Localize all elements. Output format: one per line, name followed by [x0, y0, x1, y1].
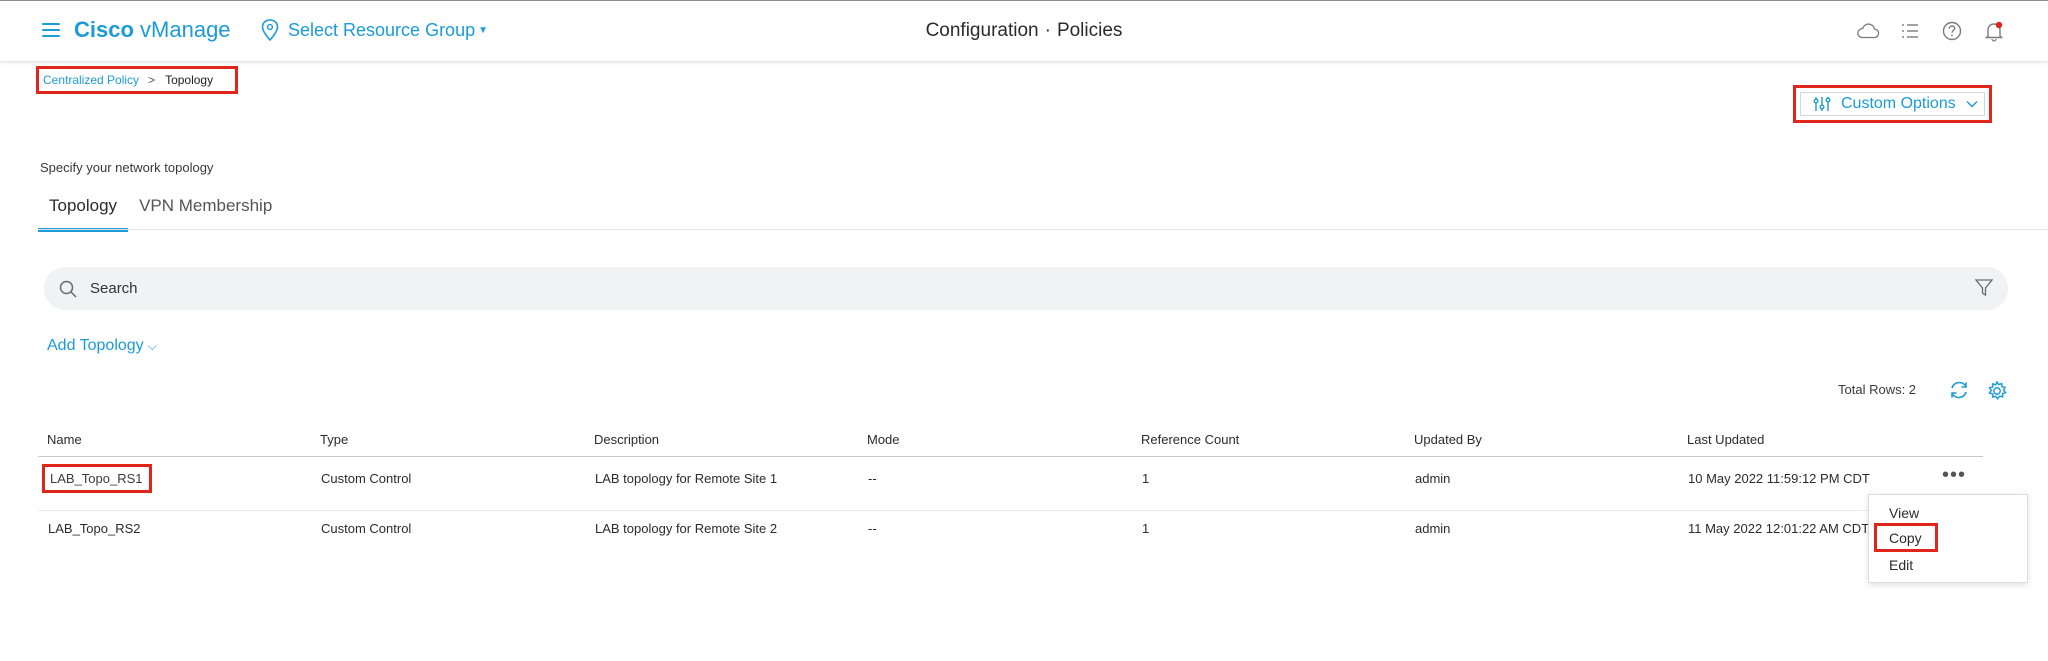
row-divider — [38, 510, 1983, 511]
column-header-mode[interactable]: Mode — [867, 432, 900, 447]
column-header-type[interactable]: Type — [320, 432, 348, 447]
help-icon[interactable] — [1940, 19, 1964, 43]
cell-name: LAB_Topo_RS1 — [50, 471, 143, 486]
column-header-description[interactable]: Description — [594, 432, 659, 447]
more-actions-icon[interactable]: ••• — [1942, 465, 1966, 485]
cloud-icon[interactable] — [1856, 19, 1880, 43]
chevron-down-icon — [1966, 101, 1978, 108]
bell-icon[interactable] — [1982, 19, 2006, 43]
menu-item-view[interactable]: View — [1889, 505, 1919, 521]
column-header-updated-by[interactable]: Updated By — [1414, 432, 1482, 447]
cell-description: LAB topology for Remote Site 1 — [595, 471, 778, 486]
menu-item-copy-highlight[interactable]: Copy — [1874, 523, 1938, 552]
breadcrumb-separator: > — [148, 73, 156, 87]
total-rows-count: Total Rows: 2 — [1838, 382, 1917, 397]
cell-type: Custom Control — [321, 471, 412, 486]
chevron-down-icon: ⌵ — [147, 339, 157, 353]
tab-vpn-membership[interactable]: VPN Membership — [128, 190, 283, 232]
page-subtitle: Specify your network topology — [40, 160, 214, 175]
custom-options-label: Custom Options — [1841, 95, 1956, 112]
page-title: Configuration · Policies — [925, 20, 1123, 41]
cell-mode: -- — [868, 471, 877, 486]
tab-bar: Topology VPN Membership — [38, 190, 283, 232]
cell-updated-by: admin — [1415, 521, 1451, 536]
cell-description: LAB topology for Remote Site 2 — [595, 521, 778, 536]
cell-updated-by: admin — [1415, 471, 1451, 486]
table-row[interactable]: LAB_Topo_RS2 Custom Control LAB topology… — [0, 521, 2048, 571]
tab-divider — [38, 229, 2048, 230]
gear-icon[interactable] — [1986, 380, 2008, 402]
search-input[interactable] — [90, 280, 1890, 297]
cell-last-updated: 10 May 2022 11:59:12 PM CDT — [1688, 471, 1870, 486]
search-icon — [59, 280, 77, 298]
cell-mode: -- — [868, 521, 877, 536]
tab-topology[interactable]: Topology — [38, 190, 129, 232]
table-row[interactable]: Custom Control LAB topology for Remote S… — [0, 471, 2048, 521]
cell-reference-count: 1 — [1142, 471, 1150, 486]
menu-item-edit[interactable]: Edit — [1889, 557, 1913, 573]
custom-options-button[interactable]: Custom Options — [1800, 92, 1985, 116]
custom-options-highlight: Custom Options — [1793, 85, 1992, 123]
cell-name: LAB_Topo_RS2 — [48, 521, 141, 536]
refresh-icon[interactable] — [1948, 379, 1970, 401]
add-topology-button[interactable]: Add Topology ⌵ — [47, 337, 157, 355]
cell-type: Custom Control — [321, 521, 412, 536]
table-header-divider — [38, 456, 1983, 457]
breadcrumb-current: Topology — [165, 73, 214, 87]
menu-item-copy[interactable]: Copy — [1889, 530, 1922, 546]
top-header: Cisco vManage Select Resource Group ▼ Co… — [0, 0, 2048, 61]
breadcrumb: Centralized Policy > Topology — [36, 66, 238, 94]
sliders-icon — [1813, 97, 1831, 111]
list-icon[interactable] — [1898, 19, 1922, 43]
breadcrumb-centralized-policy[interactable]: Centralized Policy — [43, 73, 139, 87]
filter-icon[interactable] — [1974, 278, 1994, 298]
search-bar — [44, 267, 2008, 310]
column-header-last-updated[interactable]: Last Updated — [1687, 432, 1764, 447]
cell-name-highlighted[interactable]: LAB_Topo_RS1 — [42, 464, 152, 493]
table-header: Name Type Description Mode Reference Cou… — [47, 432, 1982, 457]
column-header-reference-count[interactable]: Reference Count — [1141, 432, 1239, 447]
column-header-name[interactable]: Name — [47, 432, 82, 447]
cell-reference-count: 1 — [1142, 521, 1150, 536]
header-icons — [1856, 19, 2006, 43]
cell-last-updated: 11 May 2022 12:01:22 AM CDT — [1688, 521, 1870, 536]
